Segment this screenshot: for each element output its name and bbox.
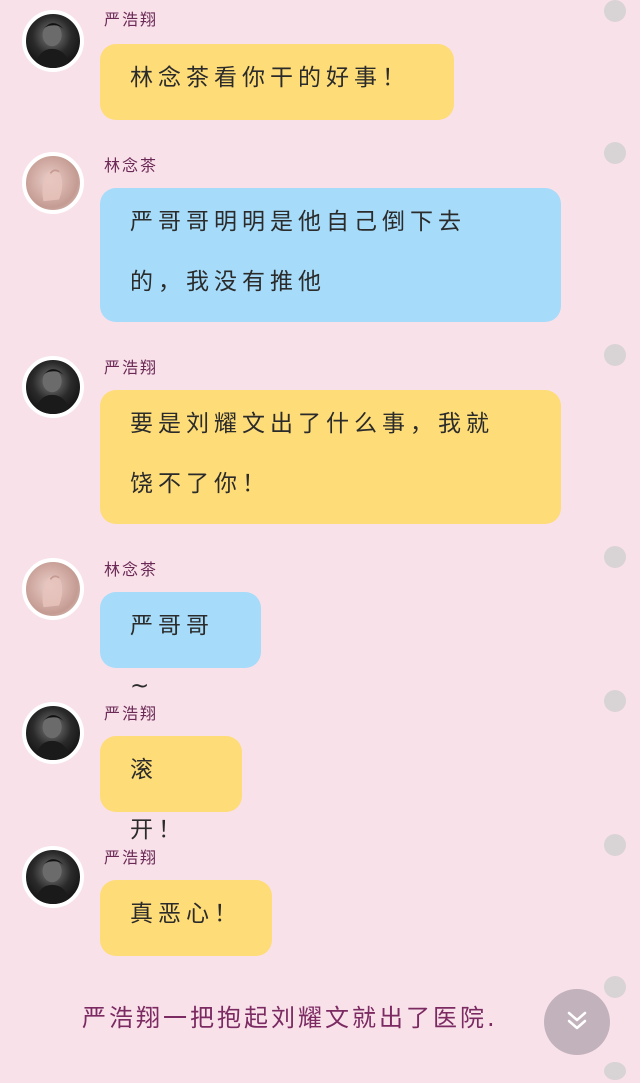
message-text-line: 饶不了你！ [130, 471, 270, 497]
message-text-line: 的，我没有推他 [130, 269, 326, 295]
scroll-down-button[interactable] [544, 989, 610, 1055]
boy-portrait-icon[interactable] [22, 356, 84, 418]
message-text-line: 严哥哥明明是他自己倒下去 [130, 209, 466, 235]
status-dot [604, 976, 626, 998]
message-text: 林念茶看你干的好事！ [130, 65, 410, 91]
boy-portrait-icon[interactable] [22, 10, 84, 72]
message-bubble: 严哥哥~ [100, 592, 261, 699]
sender-name: 严浩翔 [104, 704, 159, 723]
boy-portrait-icon[interactable] [22, 846, 84, 908]
status-dot [604, 1062, 626, 1080]
status-dot [604, 834, 626, 856]
status-dot [604, 546, 626, 568]
chevron-double-down-icon [560, 1003, 594, 1041]
sender-name: 严浩翔 [104, 10, 159, 29]
sender-name: 严浩翔 [104, 358, 159, 377]
girl-hand-portrait-icon[interactable] [22, 152, 84, 214]
message-text: 滚开！ [130, 757, 186, 843]
message-text: 真恶心！ [130, 901, 242, 927]
status-dot [604, 690, 626, 712]
message-text-line: 要是刘耀文出了什么事，我就 [130, 411, 494, 437]
message-bubble: 滚开！ [100, 736, 242, 843]
status-dot [604, 0, 626, 22]
sender-name: 林念茶 [104, 156, 159, 175]
message-bubble: 真恶心！ [100, 880, 272, 956]
sender-name: 严浩翔 [104, 848, 159, 867]
status-dot [604, 142, 626, 164]
sender-name: 林念茶 [104, 560, 159, 579]
girl-hand-portrait-icon[interactable] [22, 558, 84, 620]
status-dot [604, 344, 626, 366]
message-bubble: 严哥哥明明是他自己倒下去 的，我没有推他 [100, 188, 561, 322]
message-bubble: 要是刘耀文出了什么事，我就 饶不了你！ [100, 390, 561, 524]
boy-portrait-icon[interactable] [22, 702, 84, 764]
message-bubble: 林念茶看你干的好事！ [100, 44, 454, 120]
message-text: 严哥哥~ [130, 613, 214, 699]
narration-text: 严浩翔一把抱起刘耀文就出了医院. [82, 1004, 498, 1032]
